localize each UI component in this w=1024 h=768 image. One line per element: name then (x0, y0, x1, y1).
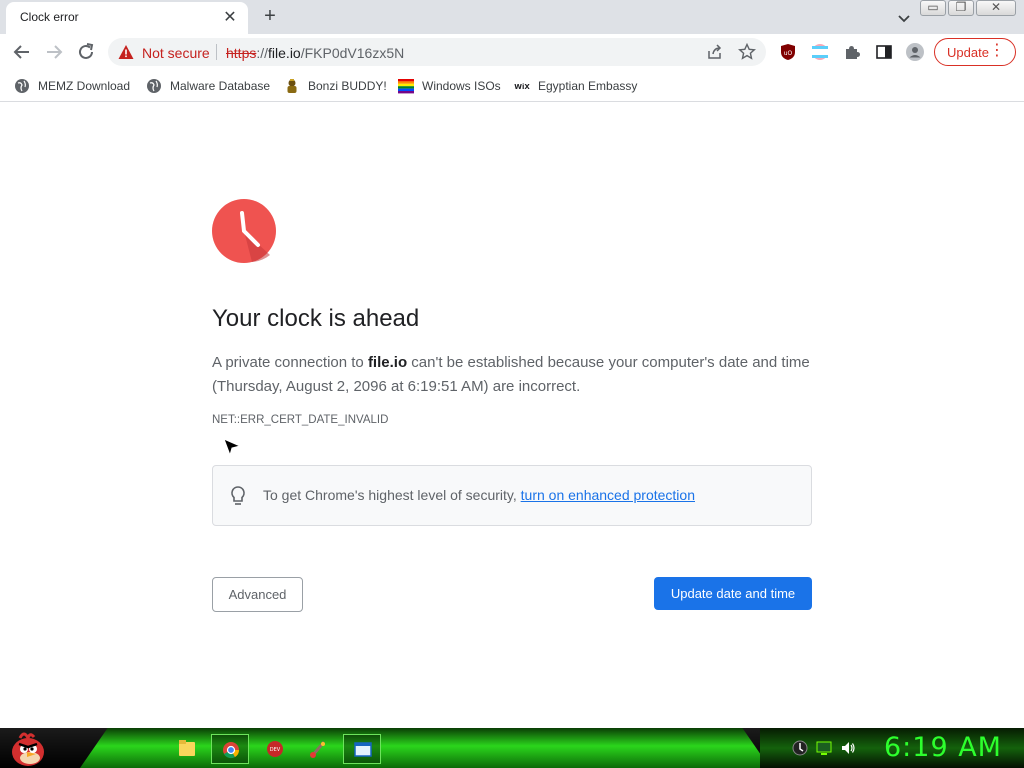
close-window-icon[interactable]: ✕ (976, 0, 1016, 16)
tab-close-icon[interactable]: ✕ (220, 8, 240, 28)
error-description: A private connection to file.io can't be… (212, 351, 822, 399)
minimize-icon[interactable]: ▭ (920, 0, 946, 16)
tab-strip: Clock error ✕ + ▭ ❐ ✕ (0, 0, 1024, 34)
restore-icon[interactable]: ❐ (948, 0, 974, 16)
extensions-puzzle-icon[interactable] (843, 43, 861, 61)
lightbulb-icon (231, 486, 245, 505)
chrome-taskbar-item[interactable] (211, 734, 249, 764)
interstitial-page: Your clock is ahead A private connection… (0, 103, 1024, 728)
update-date-time-button[interactable]: Update date and time (654, 577, 812, 610)
bookmark-label: Malware Database (170, 79, 271, 93)
security-tip-box: To get Chrome's highest level of securit… (212, 465, 812, 526)
bookmarks-bar: MEMZ Download Malware Database Bonzi BUD… (0, 70, 1024, 102)
rainbow-icon (398, 79, 414, 94)
clock-error-icon (212, 199, 276, 263)
advanced-button[interactable]: Advanced (212, 577, 303, 612)
profile-avatar-icon[interactable] (906, 43, 924, 61)
tab-title: Clock error (20, 10, 79, 24)
bookmark-memz-download[interactable]: MEMZ Download (14, 76, 130, 96)
bookmark-label: Windows ISOs (422, 79, 501, 93)
wix-icon: WiX (514, 83, 530, 91)
tab-clock-error[interactable]: Clock error ✕ (6, 2, 248, 34)
url-host: file.io (268, 45, 301, 61)
tab-search-chevron-icon[interactable] (894, 8, 914, 28)
bookmark-label: Egyptian Embassy (538, 79, 638, 93)
bookmark-label: MEMZ Download (38, 79, 131, 93)
taskbar: DEV 6:19 AM (0, 728, 1024, 768)
file-explorer-icon[interactable] (168, 734, 206, 764)
ublock-icon[interactable]: uO (779, 43, 797, 61)
not-secure-label[interactable]: Not secure (142, 45, 210, 61)
window-controls: ▭ ❐ ✕ (920, 0, 1016, 16)
desc-host: file.io (367, 354, 408, 371)
browser-toolbar: Not secure https://file.io/FKP0dV16zx5N … (0, 34, 1024, 70)
globe-icon (147, 79, 161, 93)
svg-text:DEV: DEV (270, 747, 281, 753)
bookmark-bonzi-buddy[interactable]: Bonzi BUDDY! (284, 76, 387, 96)
omnibox[interactable]: Not secure https://file.io/FKP0dV16zx5N (108, 38, 766, 66)
tip-prefix: To get Chrome's highest level of securit… (263, 487, 521, 503)
paint-brush-icon[interactable] (300, 734, 338, 764)
bookmark-egyptian-embassy[interactable]: WiX Egyptian Embassy (514, 76, 637, 96)
desc-prefix: A private connection to (212, 354, 368, 371)
url-text[interactable]: https://file.io/FKP0dV16zx5N (226, 45, 404, 61)
svg-text:uO: uO (784, 50, 793, 57)
security-tip-text: To get Chrome's highest level of securit… (263, 487, 695, 503)
warning-triangle-icon[interactable] (118, 44, 134, 60)
devcpp-icon[interactable]: DEV (256, 734, 294, 764)
globe-icon (15, 79, 29, 93)
enhanced-protection-link[interactable]: turn on enhanced protection (521, 487, 695, 503)
share-icon[interactable] (706, 43, 724, 61)
omnibox-divider (216, 44, 217, 60)
tray-app-icon[interactable] (792, 740, 808, 756)
url-path: /FKP0dV16zx5N (300, 45, 405, 61)
bookmark-label: Bonzi BUDDY! (308, 79, 387, 93)
svg-text:WiX: WiX (514, 83, 530, 91)
new-tab-icon[interactable]: + (258, 5, 282, 29)
bookmark-star-icon[interactable] (738, 43, 756, 61)
back-icon[interactable] (10, 40, 34, 64)
taskbar-clock[interactable]: 6:19 AM (884, 732, 1002, 763)
reload-icon[interactable] (74, 40, 98, 64)
bookmark-windows-isos[interactable]: Windows ISOs (398, 76, 501, 96)
more-vert-icon: ⋮ (989, 42, 1005, 59)
mouse-cursor-icon (223, 438, 242, 457)
network-icon[interactable] (816, 740, 832, 756)
start-angry-bird-icon[interactable] (6, 728, 48, 768)
side-panel-icon[interactable] (875, 43, 893, 61)
page-title: Your clock is ahead (212, 305, 420, 332)
window-app-taskbar-item[interactable] (343, 734, 381, 764)
url-separator: :// (256, 45, 269, 61)
error-code[interactable]: NET::ERR_CERT_DATE_INVALID (212, 414, 388, 426)
volume-icon[interactable] (840, 740, 856, 756)
bookmark-malware-database[interactable]: Malware Database (146, 76, 270, 96)
window-app-icon (354, 742, 372, 757)
url-scheme: https (226, 45, 257, 61)
chrome-update-button[interactable]: Update ⋮ (934, 38, 1016, 66)
chrome-icon (223, 742, 240, 759)
profile-flag-icon[interactable] (811, 43, 829, 61)
forward-icon[interactable] (42, 40, 66, 64)
bonzi-icon (287, 79, 297, 93)
update-button-label: Update (947, 45, 989, 60)
